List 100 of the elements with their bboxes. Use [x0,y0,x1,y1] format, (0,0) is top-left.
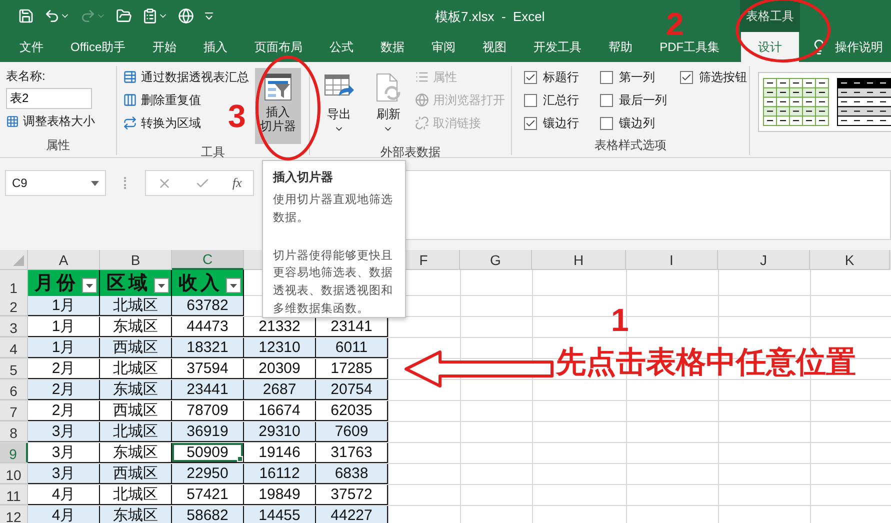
table-cell[interactable]: 23441 [172,380,244,400]
table-cell[interactable]: 1月 [28,296,100,316]
insert-slicer-button[interactable]: 插入 切片器 [255,68,301,144]
header-cell[interactable]: 收入 [172,270,244,297]
column-header[interactable]: G [460,250,532,270]
table-name-field[interactable]: 表2 [6,88,92,109]
ribbon-large-button[interactable]: 刷新 [366,68,411,144]
table-cell[interactable]: 16112 [244,464,316,484]
table-cell[interactable]: 20309 [244,359,316,379]
table-cell[interactable]: 3月 [28,464,100,484]
tool-button[interactable]: 通过数据透视表汇总 [123,68,249,86]
customize-icon[interactable] [204,10,214,22]
table-cell[interactable]: 37594 [172,359,244,379]
ribbon-tab[interactable]: 开始 [139,32,190,62]
clipboard-icon[interactable] [142,8,168,24]
style-option-checkbox[interactable]: 汇总行 [524,91,600,109]
table-cell[interactable]: 东城区 [100,506,172,523]
table-cell[interactable]: 北城区 [100,485,172,505]
table-cell[interactable]: 4月 [28,485,100,505]
filter-dropdown-button[interactable] [154,278,169,293]
header-cell[interactable]: 月份 [28,270,100,297]
filter-dropdown-button[interactable] [82,278,97,293]
table-cell[interactable]: 62035 [316,401,388,421]
save-icon[interactable] [18,8,34,24]
column-header[interactable]: A [28,250,100,270]
column-header[interactable]: H [532,250,626,270]
table-cell[interactable]: 18321 [172,338,244,358]
row-header[interactable]: 5 [0,359,28,379]
table-cell[interactable]: 21332 [244,317,316,337]
header-cell[interactable]: 区域 [100,270,172,297]
table-cell[interactable]: 78709 [172,401,244,421]
ribbon-tab[interactable]: 公式 [316,32,368,62]
ribbon-tab[interactable]: 插入 [190,32,242,62]
table-cell[interactable]: 东城区 [100,443,172,463]
ribbon-tab[interactable]: 文件 [6,32,57,62]
tool-button[interactable]: 转换为区域 [123,114,201,132]
table-cell[interactable]: 6011 [316,338,388,358]
filter-dropdown-button[interactable] [226,278,241,293]
style-option-checkbox[interactable]: 镶边列 [600,114,680,132]
style-option-checkbox[interactable]: 筛选按钮 [680,68,760,86]
table-cell[interactable]: 14455 [244,506,316,523]
table-cell[interactable]: 北城区 [100,359,172,379]
table-cell[interactable]: 12310 [244,338,316,358]
table-cell[interactable]: 57421 [172,485,244,505]
column-header[interactable]: C [172,250,244,270]
table-cell[interactable]: 西城区 [100,338,172,358]
row-header[interactable]: 11 [0,485,28,505]
table-cell[interactable]: 2月 [28,401,100,421]
table-cell[interactable]: 29310 [244,422,316,442]
row-header[interactable]: 12 [0,506,28,523]
table-cell[interactable]: 16674 [244,401,316,421]
row-header[interactable]: 2 [0,296,28,316]
table-cell[interactable]: 22950 [172,464,244,484]
tell-me-field[interactable]: 操作说明 [835,38,884,56]
column-header[interactable]: J [718,250,810,270]
table-cell[interactable]: 44473 [172,317,244,337]
row-header[interactable]: 7 [0,401,28,421]
table-cell[interactable]: 50909 [172,443,244,463]
globe-icon[interactable] [178,8,194,24]
table-cell[interactable]: 58682 [172,506,244,523]
row-header[interactable]: 6 [0,380,28,400]
style-option-checkbox[interactable]: 第一列 [600,68,680,86]
table-cell[interactable]: 3月 [28,422,100,442]
table-cell[interactable]: 西城区 [100,464,172,484]
open-folder-icon[interactable] [116,8,132,24]
ribbon-tab[interactable]: 视图 [469,32,520,62]
table-cell[interactable]: 17285 [316,359,388,379]
style-option-checkbox[interactable]: 标题行 [524,68,600,86]
table-cell[interactable]: 6838 [316,464,388,484]
ribbon-tab[interactable]: Office助手 [57,32,140,62]
table-cell[interactable]: 36919 [172,422,244,442]
table-cell[interactable]: 63782 [172,296,244,316]
table-cell[interactable]: 1月 [28,338,100,358]
style-option-checkbox[interactable]: 镶边行 [524,114,600,132]
row-header[interactable]: 1 [0,270,28,297]
row-header[interactable]: 8 [0,422,28,442]
row-header[interactable]: 3 [0,317,28,337]
name-box[interactable]: C9 [5,170,106,196]
table-cell[interactable]: 31763 [316,443,388,463]
style-option-checkbox[interactable]: 最后一列 [600,91,680,109]
table-cell[interactable]: 7609 [316,422,388,442]
table-cell[interactable]: 23141 [316,317,388,337]
table-cell[interactable]: 4月 [28,506,100,523]
row-header[interactable]: 4 [0,338,28,358]
table-cell[interactable]: 19849 [244,485,316,505]
column-header[interactable]: B [100,250,172,270]
table-cell[interactable]: 东城区 [100,317,172,337]
table-cell[interactable]: 东城区 [100,380,172,400]
row-header[interactable]: 10 [0,464,28,484]
column-header[interactable]: K [810,250,890,270]
undo-icon[interactable] [44,8,70,24]
table-cell[interactable]: 44227 [316,506,388,523]
table-cell[interactable]: 20754 [316,380,388,400]
table-cell[interactable]: 37572 [316,485,388,505]
ribbon-tab[interactable]: 开发工具 [520,32,596,62]
table-cell[interactable]: 2687 [244,380,316,400]
ribbon-tab[interactable]: 帮助 [595,32,646,62]
table-style-thumbnail[interactable] [837,78,891,126]
ribbon-tab[interactable]: 页面布局 [241,32,316,62]
table-cell[interactable]: 北城区 [100,296,172,316]
